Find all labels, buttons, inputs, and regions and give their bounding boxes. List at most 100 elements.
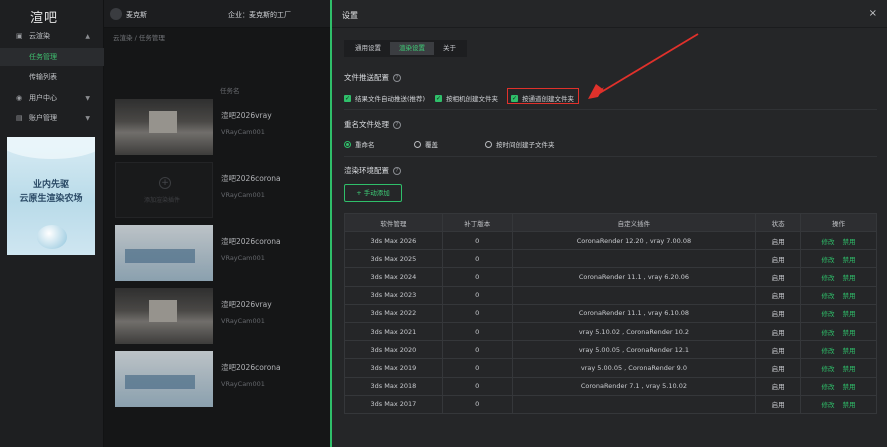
radio-time-subfolder[interactable]: 按时间创建子文件夹	[485, 139, 555, 149]
cell-patch: 0	[441, 321, 513, 342]
wallet-icon: ▤	[16, 114, 23, 122]
promo-subtitle: 云原生渲染农场	[19, 194, 83, 204]
disable-link[interactable]: 禁用	[843, 256, 856, 264]
edit-link[interactable]: 修改	[822, 347, 835, 355]
cell-status: 启用	[755, 376, 802, 396]
task-thumbnail	[115, 288, 213, 344]
sidebar-item-label: 云渲染	[29, 32, 50, 40]
cell-status: 启用	[755, 340, 802, 360]
task-camera: VRayCam001	[221, 254, 265, 262]
sidebar-item-transfer-list[interactable]: 传输列表	[0, 68, 104, 86]
cell-plugins: vray 5.00.05 , CoronaRender 12.1	[511, 340, 757, 360]
help-icon[interactable]: ?	[393, 167, 401, 175]
divider	[332, 27, 887, 28]
task-camera: VRayCam001	[221, 191, 265, 199]
close-icon[interactable]: ×	[869, 8, 877, 19]
user-name[interactable]: 麦克斯	[126, 10, 147, 20]
table-row: 3ds Max 2026 0 CoronaRender 12.20 , vray 7…	[344, 230, 877, 251]
disable-link[interactable]: 禁用	[843, 365, 856, 373]
cell-patch: 0	[441, 303, 513, 323]
help-icon[interactable]: ?	[393, 121, 401, 129]
avatar[interactable]	[110, 8, 122, 20]
sidebar-item-user-center[interactable]: ◉ 用户中心 ▼	[0, 89, 104, 107]
task-thumbnail	[115, 351, 213, 407]
edit-link[interactable]: 修改	[822, 292, 835, 300]
cell-plugins	[511, 285, 757, 305]
tab-render[interactable]: 渲染设置	[390, 42, 434, 55]
radio-overwrite[interactable]: 覆盖	[414, 139, 438, 149]
cell-software: 3ds Max 2023	[344, 285, 443, 305]
cell-actions: 修改 禁用	[800, 394, 877, 414]
task-row[interactable]: 渲吧2026corona VRayCam001	[113, 225, 330, 289]
disable-link[interactable]: 禁用	[843, 329, 856, 337]
column-header: 状态	[755, 213, 802, 232]
cell-status: 启用	[755, 321, 802, 342]
task-row[interactable]: + 添加渲染插件 渲吧2026corona VRayCam001	[113, 162, 330, 226]
radio-label: 按时间创建子文件夹	[496, 141, 555, 149]
radio-unchecked-icon	[414, 140, 421, 148]
sidebar-item-account[interactable]: ▤ 账户管理 ▼	[0, 109, 104, 127]
cell-status: 启用	[755, 285, 802, 305]
cell-status: 启用	[755, 303, 802, 323]
promo-banner[interactable]: 业内先驱 云原生渲染农场	[7, 137, 95, 255]
section-output: 文件推送配置?	[344, 72, 401, 83]
edit-link[interactable]: 修改	[822, 238, 835, 246]
cell-actions: 修改 禁用	[800, 230, 877, 251]
disable-link[interactable]: 禁用	[843, 401, 856, 409]
radio-label: 重命名	[355, 141, 375, 149]
column-header: 自定义插件	[511, 213, 757, 232]
cell-plugins: CoronaRender 11.1 , vray 6.10.08	[511, 303, 757, 323]
task-row[interactable]: 渲吧2026corona VRayCam001	[113, 351, 330, 415]
table-row: 3ds Max 2022 0 CoronaRender 11.1 , vray 6.…	[344, 303, 877, 323]
cell-software: 3ds Max 2024	[344, 267, 443, 287]
table-row: 3ds Max 2019 0 vray 5.00.05 , CoronaRender…	[344, 358, 877, 378]
cell-status: 启用	[755, 358, 802, 378]
edit-link[interactable]: 修改	[822, 365, 835, 373]
task-name: 渲吧2026vray	[221, 111, 272, 120]
checkbox-auto-push[interactable]: ✓ 结果文件自动推送(推荐)	[344, 93, 425, 103]
edit-link[interactable]: 修改	[822, 401, 835, 409]
disable-link[interactable]: 禁用	[843, 310, 856, 318]
edit-link[interactable]: 修改	[822, 256, 835, 264]
checkbox-camera-folder[interactable]: ✓ 按相机创建文件夹	[435, 93, 498, 103]
table-row: 3ds Max 2018 0 CoronaRender 7.1 , vray 5.1…	[344, 376, 877, 396]
tab-general[interactable]: 通用设置	[346, 42, 390, 55]
cell-plugins: vray 5.10.02 , CoronaRender 10.2	[511, 321, 757, 342]
promo-drop-image	[37, 225, 67, 249]
table-row: 3ds Max 2017 0 启用 修改 禁用	[344, 394, 877, 414]
settings-tabs: 通用设置 渲染设置 关于	[344, 40, 467, 57]
cell-software: 3ds Max 2025	[344, 249, 443, 269]
cell-actions: 修改 禁用	[800, 249, 877, 269]
edit-link[interactable]: 修改	[822, 383, 835, 391]
disable-link[interactable]: 禁用	[843, 347, 856, 355]
task-row[interactable]: 渲吧2026vray VRayCam001	[113, 99, 330, 163]
help-icon[interactable]: ?	[393, 74, 401, 82]
cell-status: 启用	[755, 249, 802, 269]
cell-plugins: CoronaRender 11.1 , vray 6.20.06	[511, 267, 757, 287]
tab-about[interactable]: 关于	[434, 42, 465, 55]
task-thumbnail[interactable]: + 添加渲染插件	[115, 162, 213, 218]
disable-link[interactable]: 禁用	[843, 274, 856, 282]
cell-patch: 0	[441, 394, 513, 414]
sidebar-item-cloud-render[interactable]: ▣ 云渲染 ▲	[0, 27, 104, 45]
radio-rename[interactable]: 重命名	[344, 139, 375, 149]
cell-plugins: CoronaRender 7.1 , vray 5.10.02	[511, 376, 757, 396]
user-icon: ◉	[16, 94, 23, 102]
task-row[interactable]: 渲吧2026vray VRayCam001	[113, 288, 330, 352]
edit-link[interactable]: 修改	[822, 310, 835, 318]
edit-link[interactable]: 修改	[822, 329, 835, 337]
task-name: 渲吧2026corona	[221, 363, 281, 372]
disable-link[interactable]: 禁用	[843, 383, 856, 391]
add-manually-button[interactable]: + 手动添加	[344, 184, 402, 202]
cell-software: 3ds Max 2020	[344, 340, 443, 360]
section-title: 文件推送配置	[344, 73, 389, 82]
edit-link[interactable]: 修改	[822, 274, 835, 282]
disable-link[interactable]: 禁用	[843, 292, 856, 300]
plus-circle-icon: +	[159, 177, 171, 189]
annotation-highlight-box	[507, 88, 579, 104]
sidebar-item-task-management[interactable]: 任务管理	[0, 48, 104, 66]
cell-actions: 修改 禁用	[800, 321, 877, 342]
sidebar-item-label: 任务管理	[29, 53, 57, 61]
cell-patch: 0	[441, 376, 513, 396]
disable-link[interactable]: 禁用	[843, 238, 856, 246]
